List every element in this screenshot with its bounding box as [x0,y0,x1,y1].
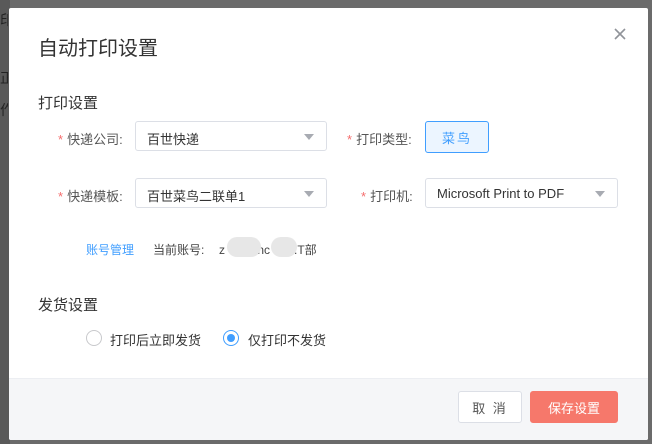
print-settings-title: 打印设置 [38,95,99,112]
dialog-title: 自动打印设置 [38,38,158,60]
printer-select[interactable]: Microsoft Print to PDF [425,178,618,208]
print-type-label: * 打印类型: [347,132,412,147]
ship-after-print-radio[interactable] [86,330,102,346]
cancel-button[interactable]: 取 消 [458,391,522,423]
background-text: 正 [0,70,8,86]
printer-value: Microsoft Print to PDF [437,186,565,201]
required-mark: * [58,189,64,204]
dialog-footer: 取 消 保存设置 [9,378,648,440]
print-type-cainiao-button[interactable]: 菜鸟 [425,121,489,153]
background-text: 作 [0,102,8,118]
courier-company-select[interactable]: 百世快递 [135,121,327,151]
current-account-label: 当前账号: [153,243,205,257]
redaction-blur [271,237,297,257]
courier-template-label: * 快递模板: [58,189,123,204]
courier-company-value: 百世快递 [147,132,200,147]
background-text: 印 [0,12,8,28]
chevron-down-icon [304,134,314,140]
auto-print-settings-dialog: 自动打印设置 打印设置 * 快递公司: 百世快递 * 打印类型: 菜鸟 * 快递模板:… [9,8,648,440]
print-only-label[interactable]: 仅打印不发货 [248,330,326,349]
close-icon[interactable] [610,24,630,44]
print-only-radio[interactable] [223,330,239,346]
chevron-down-icon [595,191,605,197]
account-manage-link[interactable]: 账号管理 [86,241,134,258]
shipping-settings-title: 发货设置 [38,297,99,314]
required-mark: * [361,189,367,204]
courier-template-select[interactable]: 百世菜鸟二联单1 [135,178,327,208]
ship-after-print-label[interactable]: 打印后立即发货 [110,330,201,349]
save-settings-button[interactable]: 保存设置 [530,391,618,423]
courier-template-value: 百世菜鸟二联单1 [147,189,246,204]
required-mark: * [347,132,353,147]
courier-company-label: * 快递公司: [58,132,123,147]
chevron-down-icon [304,191,314,197]
required-mark: * [58,132,64,147]
redaction-blur [227,237,261,257]
printer-label: * 打印机: [361,189,413,204]
